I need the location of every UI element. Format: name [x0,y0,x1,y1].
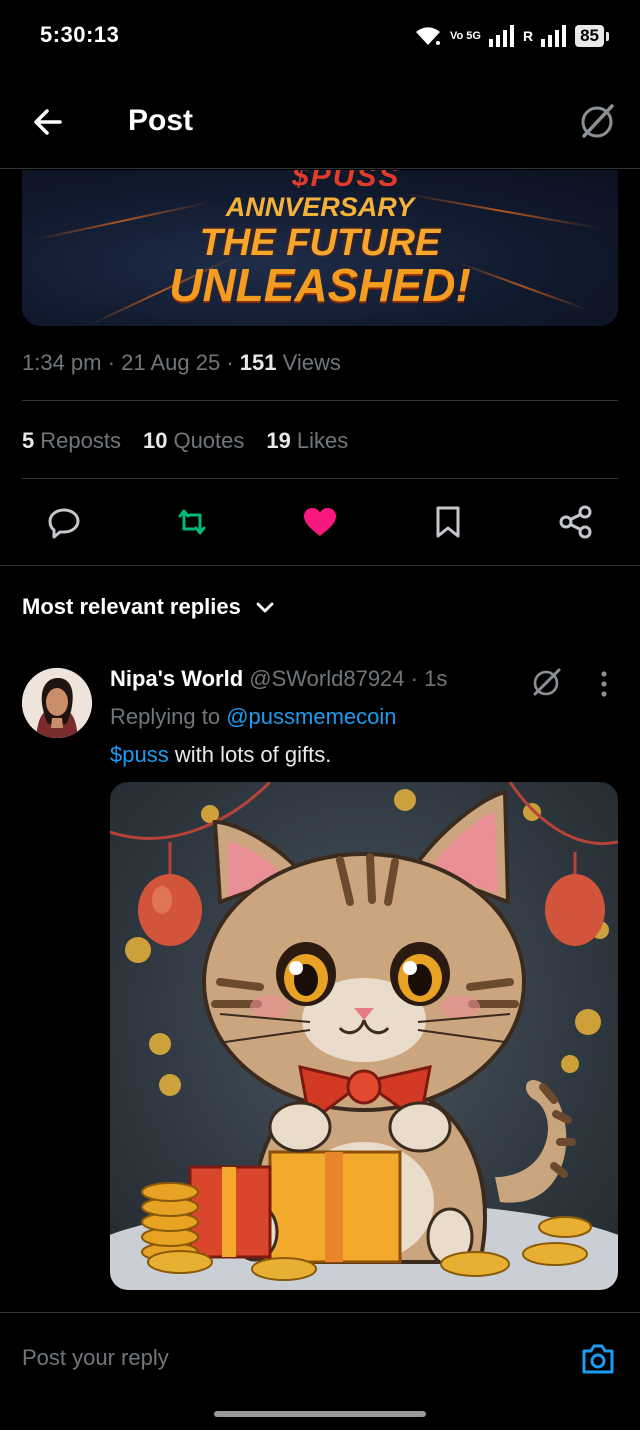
reply-input[interactable]: Post your reply [22,1345,169,1371]
stat-quotes[interactable]: 10 Quotes [143,428,244,454]
network-type: Vo 5G [449,29,481,42]
post-date: 21 Aug 25 [121,350,221,375]
replying-to: Replying to @pussmemecoin [110,704,397,729]
reply-more-button[interactable] [590,666,618,702]
cat-illustration [110,782,618,1290]
divider [22,478,618,479]
camera-icon [582,1344,614,1374]
more-vertical-icon [601,671,607,697]
wifi-icon [415,27,440,45]
banner-top-text: $PUSS [292,170,401,193]
grok-icon [533,668,561,696]
repost-button[interactable] [172,502,212,542]
avatar-image [22,668,92,738]
reply-text: $puss with lots of gifts. [110,742,332,767]
divider [0,565,640,566]
views-label[interactable]: Views [283,350,341,375]
banner-line-3: UNLEASHED! [169,259,471,311]
back-button[interactable] [28,102,68,142]
camera-button[interactable] [578,1339,618,1379]
post-stats: 5 Reposts 10 Quotes 19 Likes [22,428,348,454]
post-actions [0,490,640,554]
bookmark-icon [436,506,460,538]
reply-author-handle[interactable]: @SWorld87924 [249,666,404,691]
cashtag-link[interactable]: $puss [110,742,169,767]
home-indicator[interactable] [214,1411,426,1417]
status-time: 5:30:13 [40,22,120,47]
grok-button[interactable] [576,100,618,142]
page-title: Post [128,104,194,137]
views-count: 151 [239,350,277,375]
reply-author-name[interactable]: Nipa's World [110,666,243,691]
stat-reposts[interactable]: 5 Reposts [22,428,121,454]
post-time: 1:34 pm [22,350,102,375]
bookmark-button[interactable] [428,502,468,542]
status-icons: Vo 5G R 85 [414,22,609,50]
grok-icon [581,104,614,138]
signal-icon-2 [541,25,567,47]
reply-grok-button[interactable] [528,664,564,700]
chevron-down-icon [256,602,274,613]
replies-sort-dropdown[interactable]: Most relevant replies [22,594,275,620]
like-button[interactable] [300,502,340,542]
reply-time: 1s [424,666,448,691]
top-app-bar: Post [0,72,640,169]
share-button[interactable] [556,502,596,542]
reply-header: Nipa's World @SWorld87924 · 1s [110,666,448,691]
share-icon [559,505,592,539]
post-meta: 1:34 pm · 21 Aug 25 · 151 Views [22,350,341,375]
replying-to-mention[interactable]: @pussmemecoin [226,704,396,729]
battery-indicator: 85 [575,25,609,47]
heart-icon [304,508,336,536]
signal-icon [488,25,514,47]
divider [22,400,618,401]
reply-image[interactable] [110,782,618,1290]
reply-composer: Post your reply [0,1312,640,1430]
replies-sort-label: Most relevant replies [22,594,241,619]
roaming-indicator: R [522,27,534,44]
status-bar: 5:30:13 Vo 5G R 85 [0,0,640,72]
repost-icon [178,509,206,535]
arrow-left-icon [34,109,62,135]
post-image[interactable]: $PUSS ANNVERSARY THE FUTURE UNLEASHED! [22,170,618,326]
avatar[interactable] [22,668,92,738]
stat-likes[interactable]: 19 Likes [266,428,348,454]
reply-button[interactable] [44,502,84,542]
banner-line-1: ANNVERSARY [225,192,415,222]
reply-icon [48,508,80,539]
